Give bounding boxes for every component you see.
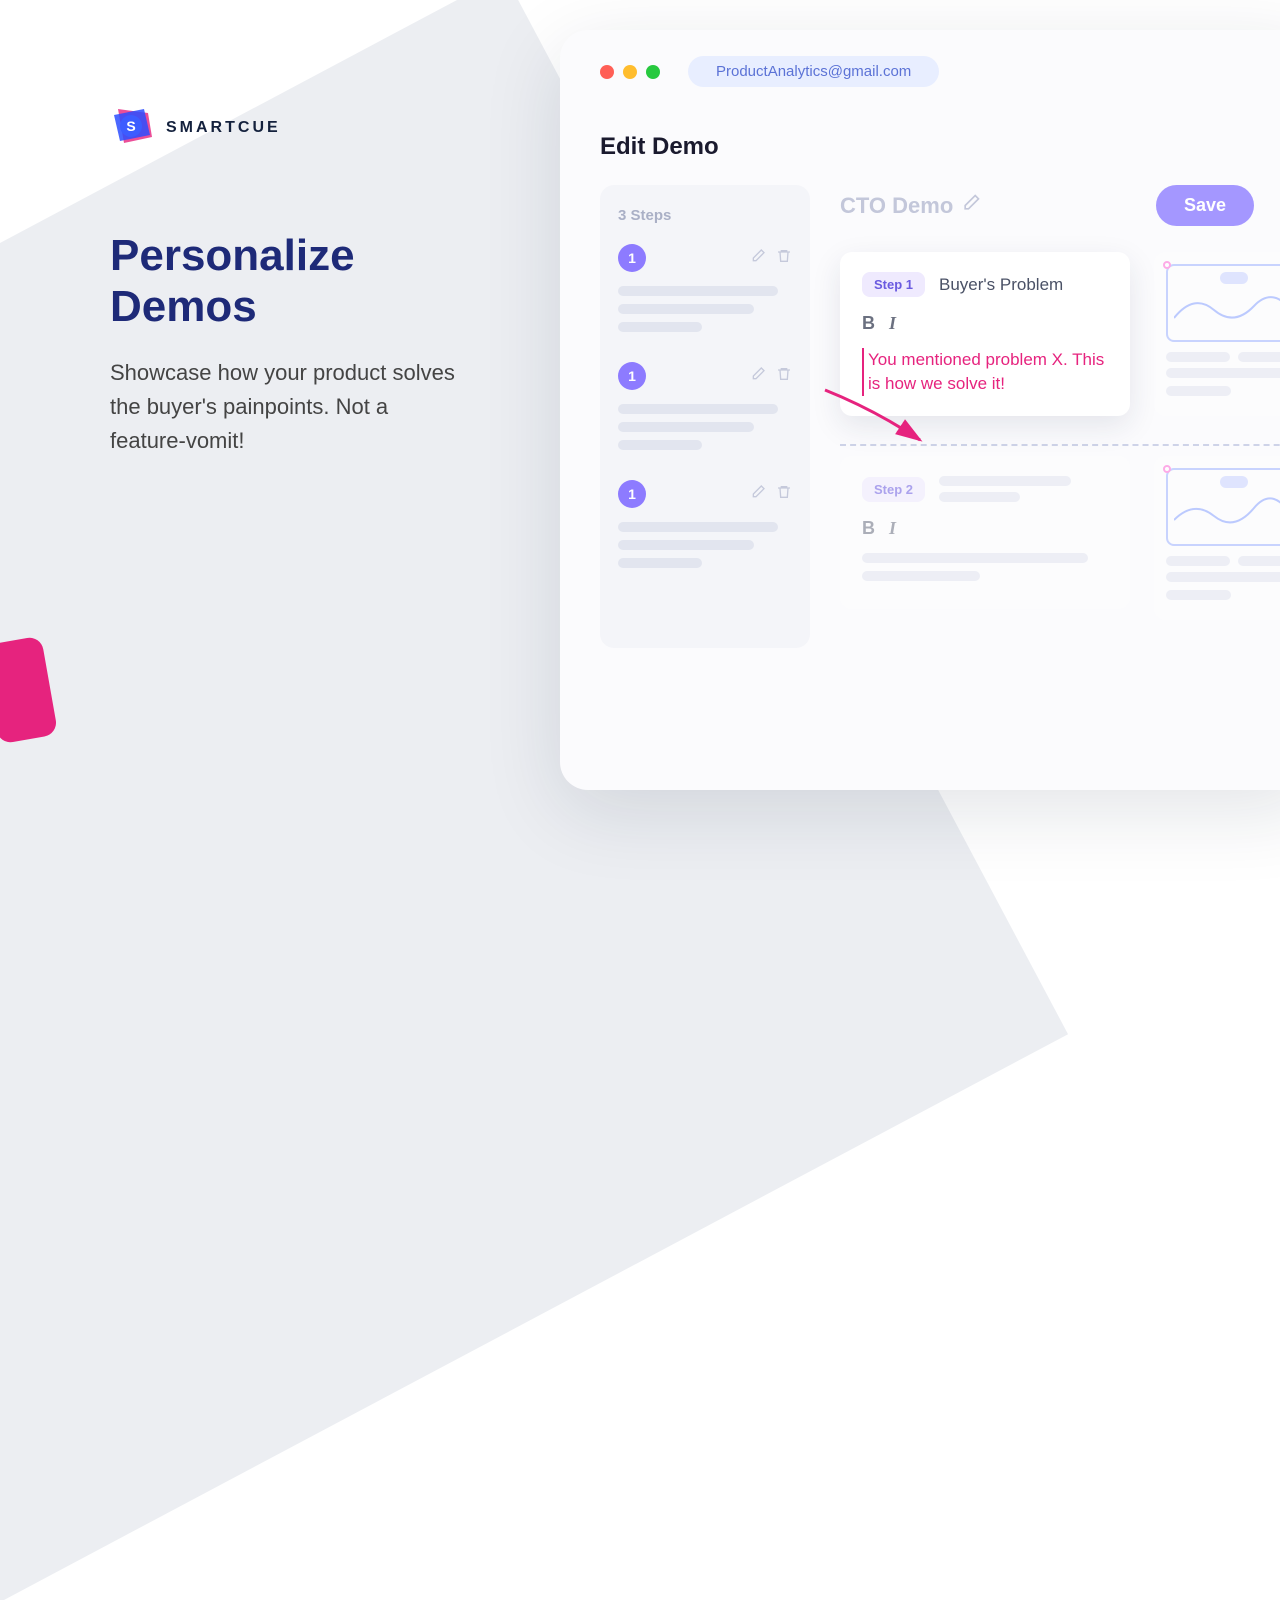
step1-tag: Step 1: [862, 272, 925, 297]
save-button[interactable]: Save: [1156, 185, 1254, 226]
divider: [840, 444, 1280, 446]
minimize-dot[interactable]: [623, 65, 637, 79]
step-number-badge: 1: [618, 362, 646, 390]
bold-button[interactable]: B: [862, 518, 875, 539]
hero-subtext: Showcase how your product solves the buy…: [110, 356, 470, 458]
step2-card[interactable]: Step 2 B I: [840, 456, 1130, 609]
step-number-badge: 1: [618, 480, 646, 508]
trash-icon[interactable]: [776, 248, 792, 269]
demo-title[interactable]: CTO Demo: [840, 193, 981, 219]
logo-mark: S: [110, 105, 156, 151]
brand-name: SMARTCUE: [166, 119, 281, 137]
trash-icon[interactable]: [776, 366, 792, 387]
step1-screenshot[interactable]: [1154, 252, 1280, 416]
app-window: ProductAnalytics@gmail.com Edit Demo 3 S…: [560, 30, 1280, 790]
edit-icon[interactable]: [750, 366, 766, 387]
step1-editor[interactable]: You mentioned problem X. This is how we …: [862, 348, 1108, 396]
step1-name: Buyer's Problem: [939, 275, 1063, 295]
edit-title-icon[interactable]: [961, 193, 981, 219]
step2-screenshot[interactable]: [1154, 456, 1280, 620]
sidebar-step-1[interactable]: 1: [618, 244, 792, 332]
brand-logo: S SMARTCUE: [110, 105, 470, 151]
svg-text:S: S: [126, 118, 135, 134]
steps-count: 3 Steps: [618, 207, 792, 224]
sidebar-step-2[interactable]: 1: [618, 362, 792, 450]
page-title: Edit Demo: [560, 87, 1280, 185]
trash-icon[interactable]: [776, 484, 792, 505]
italic-button[interactable]: I: [889, 313, 896, 334]
hero-headline: Personalize Demos: [110, 231, 470, 332]
window-titlebar: ProductAnalytics@gmail.com: [560, 56, 1280, 87]
maximize-dot[interactable]: [646, 65, 660, 79]
edit-icon[interactable]: [750, 248, 766, 269]
sidebar-step-3[interactable]: 1: [618, 480, 792, 568]
close-dot[interactable]: [600, 65, 614, 79]
bold-button[interactable]: B: [862, 313, 875, 334]
step1-card: Step 1 Buyer's Problem B I You mentioned…: [840, 252, 1130, 416]
step2-tag: Step 2: [862, 477, 925, 502]
steps-sidebar: 3 Steps 1 1: [600, 185, 810, 648]
edit-icon[interactable]: [750, 484, 766, 505]
italic-button[interactable]: I: [889, 518, 896, 539]
account-pill[interactable]: ProductAnalytics@gmail.com: [688, 56, 939, 87]
step-number-badge: 1: [618, 244, 646, 272]
